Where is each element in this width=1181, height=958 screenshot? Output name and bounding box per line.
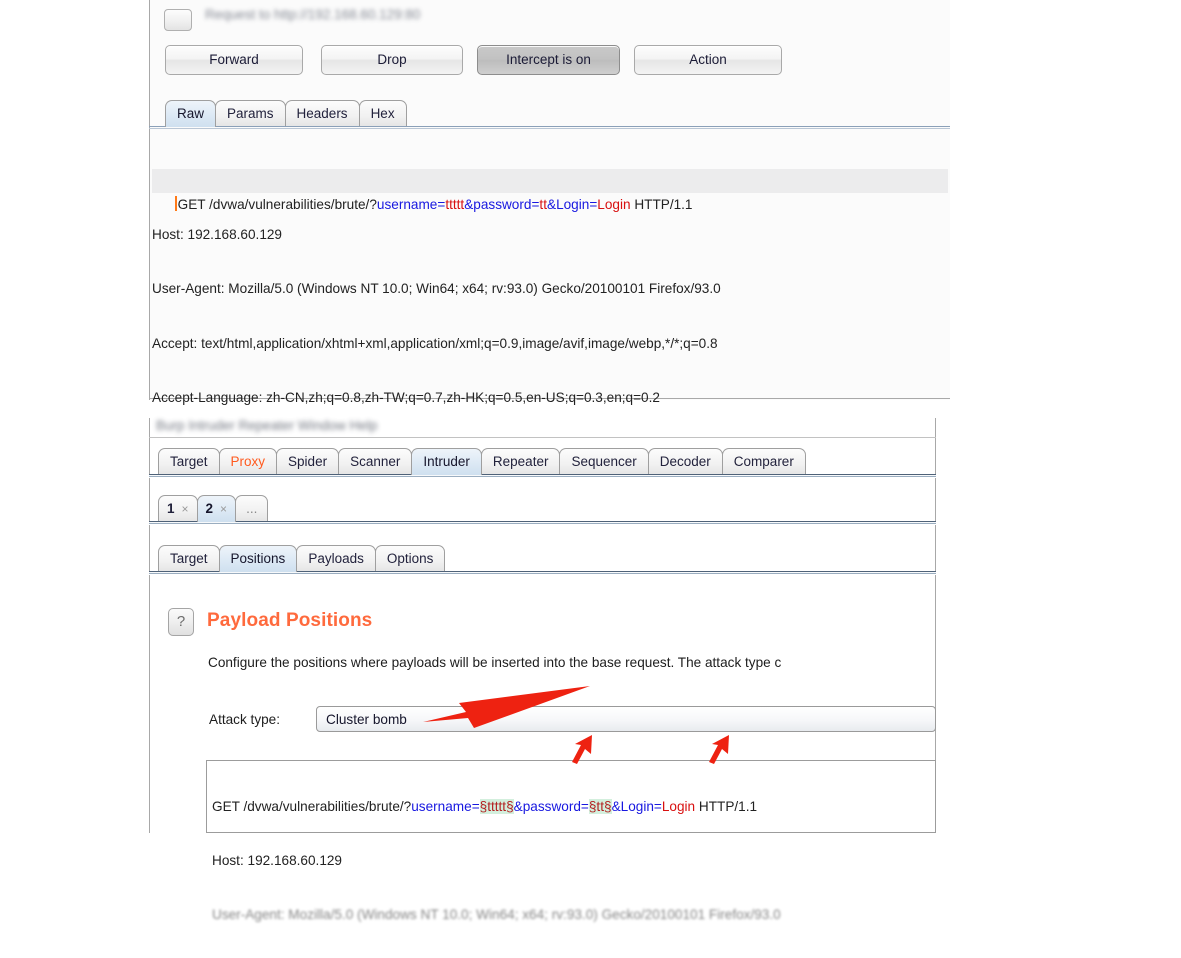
request-line-user-agent: User-Agent: Mozilla/5.0 (Windows NT 10.0… [152, 281, 721, 297]
request-line-accept: Accept: text/html,application/xhtml+xml,… [152, 335, 718, 351]
page-title: Payload Positions [207, 610, 373, 631]
tab-params[interactable]: Params [215, 100, 286, 127]
forward-button[interactable]: Forward [165, 45, 303, 75]
param-username-name: username [376, 197, 438, 213]
pos-param-login-value: Login [661, 799, 696, 814]
main-tab-sequencer[interactable]: Sequencer [559, 448, 649, 475]
payload-marker-password: §tt§ [588, 799, 612, 814]
amp2: & [546, 197, 557, 213]
payload-marker-username: §ttttt§ [479, 799, 514, 814]
menu-bar[interactable]: Burp Intruder Repeater Window Help [156, 418, 377, 433]
tab-raw[interactable]: Raw [165, 100, 217, 127]
request-line-1: GET /dvwa/vulnerabilities/brute/?usernam… [152, 169, 948, 212]
main-tabs-separator [149, 474, 936, 478]
attack-tab-more-label: ... [246, 501, 258, 516]
screenshot-root: Request to http://192.168.60.129:80 Forw… [0, 0, 1181, 922]
req-prefix: GET /dvwa/vulnerabilities/brute/? [177, 197, 377, 213]
sub-tab-payloads[interactable]: Payloads [296, 545, 376, 572]
pos-param-password-name: password [522, 799, 581, 814]
tab-headers[interactable]: Headers [284, 100, 360, 127]
intruder-sub-tabs: Target Positions Payloads Options [158, 545, 446, 572]
main-tab-scanner[interactable]: Scanner [338, 448, 413, 475]
amp1: & [464, 197, 474, 213]
param-login-name: Login [556, 197, 590, 213]
section-description: Configure the positions where payloads w… [208, 655, 782, 670]
tab-hex[interactable]: Hex [358, 100, 407, 127]
pos-eq1: = [471, 799, 480, 814]
param-login-value: Login [597, 197, 631, 213]
attack-tab-1-close-icon[interactable]: × [182, 502, 189, 516]
intruder-main-tabs: Target Proxy Spider Scanner Intruder Rep… [158, 448, 806, 475]
main-tab-intruder[interactable]: Intruder [411, 448, 482, 475]
text-caret-icon [174, 196, 177, 212]
message-view-tabs: Raw Params Headers Hex [165, 100, 407, 127]
message-tabs-underline2 [149, 128, 950, 129]
pos-param-login-name: Login [620, 799, 654, 814]
intruder-panel-left-border [149, 418, 150, 833]
attack-type-label: Attack type: [209, 712, 281, 727]
message-tabs-underline [149, 126, 950, 127]
pos-amp1: & [513, 799, 523, 814]
help-icon[interactable]: ? [168, 608, 194, 636]
sub-tab-options[interactable]: Options [374, 545, 446, 572]
intercept-toggle-button[interactable]: Intercept is on [477, 45, 620, 75]
action-button[interactable]: Action [634, 45, 782, 75]
attack-tab-more[interactable]: ... [235, 495, 269, 522]
positions-line-user-agent: User-Agent: Mozilla/5.0 (Windows NT 10.0… [212, 907, 781, 923]
positions-line-1: GET /dvwa/vulnerabilities/brute/?usernam… [212, 795, 934, 819]
main-tab-proxy[interactable]: Proxy [218, 448, 278, 475]
request-line-host: Host: 192.168.60.129 [152, 227, 282, 243]
attack-tabs-separator [149, 521, 936, 525]
proxy-header-icon-button[interactable] [164, 9, 192, 31]
pos-param-username-name: username [411, 799, 472, 814]
pos-eq2: = [580, 799, 589, 814]
request-line-accept-language: Accept-Language: zh-CN,zh;q=0.8,zh-TW;q=… [152, 389, 660, 405]
sub-tab-target[interactable]: Target [158, 545, 220, 572]
attack-tab-1[interactable]: 1 × [158, 495, 198, 522]
attack-tab-2-close-icon[interactable]: × [220, 502, 227, 516]
attack-tab-1-label: 1 [167, 501, 175, 516]
param-password-name: password [473, 197, 532, 213]
attack-tab-2-label: 2 [205, 501, 214, 516]
pos-amp2: & [611, 799, 621, 814]
positions-request-text[interactable]: GET /dvwa/vulnerabilities/brute/?usernam… [212, 765, 934, 958]
attack-tab-2[interactable]: 2 × [196, 495, 237, 522]
attack-type-select[interactable]: Cluster bomb [316, 706, 936, 732]
main-tab-comparer[interactable]: Comparer [721, 448, 806, 475]
param-password-value: tt [539, 197, 547, 213]
positions-line-host: Host: 192.168.60.129 [212, 853, 342, 869]
drop-button[interactable]: Drop [321, 45, 463, 75]
proxy-request-target-label: Request to http://192.168.60.129:80 [205, 7, 421, 22]
proxy-panel-left-border [149, 0, 150, 400]
pos-eq3: = [653, 799, 662, 814]
main-tab-decoder[interactable]: Decoder [647, 448, 723, 475]
intruder-attack-tabs: 1 × 2 × ... [158, 495, 269, 522]
main-tab-target[interactable]: Target [158, 448, 220, 475]
param-username-value: ttttt [445, 197, 465, 213]
main-tab-spider[interactable]: Spider [276, 448, 340, 475]
sub-tab-positions[interactable]: Positions [218, 545, 298, 572]
pos-prefix: GET /dvwa/vulnerabilities/brute/? [212, 799, 412, 814]
pos-suffix: HTTP/1.1 [695, 799, 758, 814]
req-suffix: HTTP/1.1 [630, 197, 693, 213]
menubar-underline [149, 437, 936, 438]
main-tab-repeater[interactable]: Repeater [480, 448, 561, 475]
